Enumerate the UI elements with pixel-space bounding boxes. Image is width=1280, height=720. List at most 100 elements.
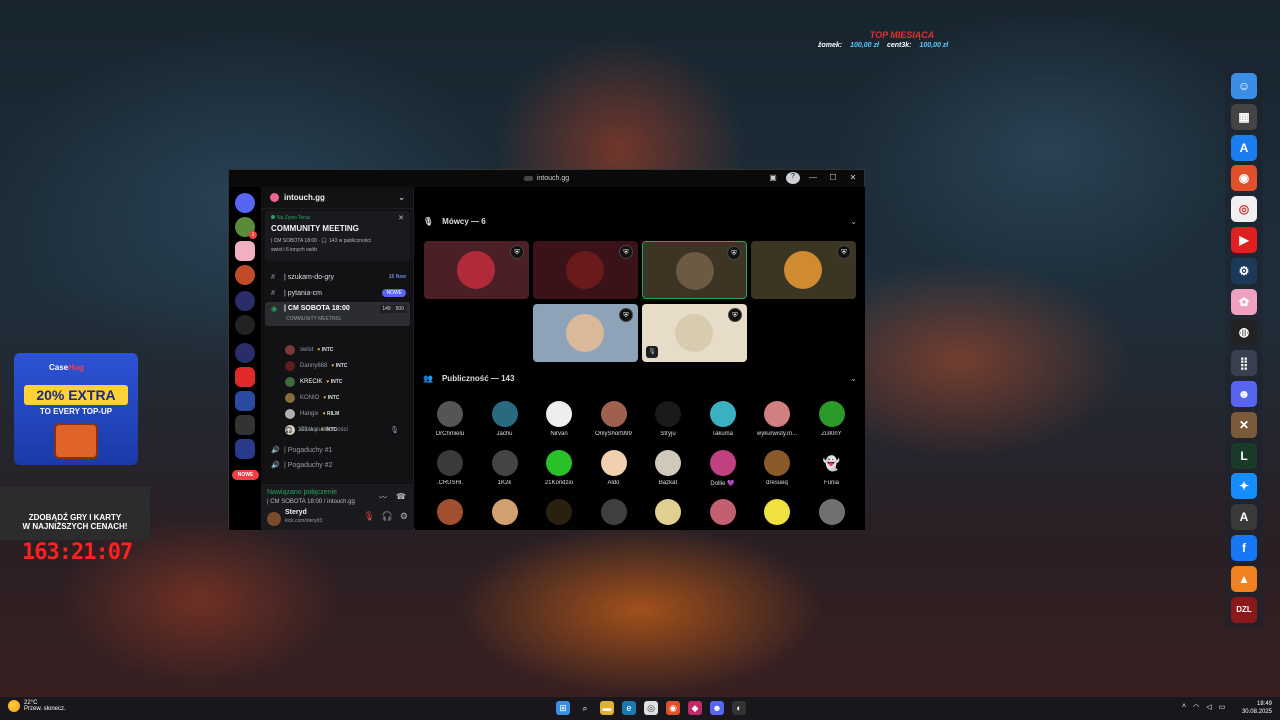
- speaker-tile[interactable]: ⛨: [751, 241, 856, 299]
- firefox-icon[interactable]: ◉: [1231, 165, 1257, 192]
- server-icon-intouch[interactable]: [235, 315, 255, 335]
- audience-member[interactable]: [590, 499, 638, 525]
- arma-icon[interactable]: A: [1231, 504, 1257, 531]
- audience-member[interactable]: Stryju: [644, 401, 692, 437]
- inbox-icon[interactable]: ▣: [766, 172, 780, 184]
- minimize-button[interactable]: —: [806, 172, 820, 184]
- audience-member[interactable]: [481, 499, 529, 525]
- voice-channel[interactable]: 🔊 | Pogaduchy #2: [265, 459, 410, 471]
- audience-count[interactable]: 🎧 143 w publiczności: [285, 423, 405, 437]
- server-icon[interactable]: [235, 439, 255, 459]
- audience-member[interactable]: [535, 499, 583, 525]
- league-icon[interactable]: L: [1231, 442, 1257, 469]
- audience-member[interactable]: 21Kondzio: [535, 450, 583, 486]
- audience-member[interactable]: Nirvan: [535, 401, 583, 437]
- speaker-tile[interactable]: ⛨ 🎙: [642, 304, 747, 362]
- file-explorer-icon[interactable]: ▬: [600, 701, 614, 715]
- discord-home-icon[interactable]: [235, 193, 255, 213]
- audience-member[interactable]: 👻 Funia: [808, 450, 856, 486]
- battlenet-icon[interactable]: ✦: [1231, 473, 1257, 500]
- battery-icon[interactable]: ▭: [1219, 703, 1226, 711]
- firefox-icon[interactable]: ◉: [666, 701, 680, 715]
- speaker-tile[interactable]: ⛨: [424, 241, 529, 299]
- audience-member[interactable]: Takuma: [699, 401, 747, 437]
- launchpad-icon[interactable]: ⣿: [1231, 350, 1257, 377]
- mic-muted-icon[interactable]: 🎙: [363, 511, 374, 522]
- close-icon[interactable]: ✕: [398, 214, 404, 222]
- chevron-up-icon[interactable]: ˄: [1182, 703, 1186, 711]
- youtube-icon[interactable]: ▶: [1231, 227, 1257, 253]
- title-bar[interactable]: intouch.gg ▣ ? — ☐ ✕: [229, 170, 864, 187]
- gear-icon[interactable]: ⚙: [400, 511, 408, 522]
- avatar[interactable]: [267, 512, 281, 526]
- audience-member[interactable]: [808, 499, 856, 525]
- game-icon[interactable]: ✕: [1231, 411, 1257, 438]
- app-store-icon[interactable]: A: [1231, 134, 1257, 161]
- discord-window[interactable]: intouch.gg ▣ ? — ☐ ✕ 1 NOWE intouch.gg ⌄: [228, 169, 865, 530]
- speaker-tile[interactable]: ⛨: [533, 241, 638, 299]
- ad-widget[interactable]: CaseHug 20% EXTRA TO EVERY TOP-UP: [14, 353, 138, 465]
- server-icon[interactable]: [235, 391, 255, 411]
- chrome-icon[interactable]: ◎: [644, 701, 658, 715]
- folder-icon[interactable]: [235, 291, 255, 311]
- audience-member[interactable]: dresueq: [753, 450, 801, 486]
- channel-stage[interactable]: ◉ | CM SOBOTA 18:00 COMMUNITY MEETING 14…: [265, 302, 410, 326]
- voice-user[interactable]: Danny888INTC: [285, 359, 405, 373]
- discord-icon[interactable]: ☻: [710, 701, 724, 715]
- waveform-icon[interactable]: 〰: [379, 492, 387, 503]
- search-icon[interactable]: ⌕: [578, 701, 592, 715]
- audience-member[interactable]: .CRUSHI.: [426, 450, 474, 486]
- audience-member[interactable]: Zi3l0nY: [808, 401, 856, 437]
- chevron-down-icon[interactable]: ⌄: [850, 217, 857, 226]
- clock[interactable]: 18:49 30.08.2025: [1242, 700, 1272, 716]
- steam-icon[interactable]: ⚙: [1231, 257, 1257, 284]
- app-icon[interactable]: ◆: [688, 701, 702, 715]
- windows-start-icon[interactable]: ⊞: [556, 701, 570, 715]
- audience-member[interactable]: 1K2k: [481, 450, 529, 486]
- disconnect-icon[interactable]: ☎: [396, 492, 406, 503]
- map-icon[interactable]: ▲: [1231, 565, 1257, 592]
- event-card[interactable]: Na Żywo Teraz COMMUNITY MEETING | CM SOB…: [265, 211, 410, 261]
- weather-widget[interactable]: 22°C Przew. słonecz.: [8, 700, 66, 712]
- audience-member[interactable]: [753, 499, 801, 525]
- server-icon[interactable]: [235, 415, 255, 435]
- facebook-icon[interactable]: f: [1231, 535, 1257, 561]
- folder-icon[interactable]: [235, 343, 255, 363]
- audience-member[interactable]: Aldo: [590, 450, 638, 486]
- voice-user[interactable]: swistINTC: [285, 343, 405, 357]
- server-header[interactable]: intouch.gg ⌄: [261, 187, 413, 209]
- server-icon[interactable]: [235, 265, 255, 285]
- headphones-icon[interactable]: 🎧: [382, 511, 393, 522]
- audience-member[interactable]: DrChmielu: [426, 401, 474, 437]
- voice-channel[interactable]: 🔊 | Pogaduchy #1: [265, 443, 410, 457]
- audience-member[interactable]: Dollie 💜: [699, 450, 747, 487]
- speaker-tile[interactable]: ⛨: [533, 304, 638, 362]
- app-icon[interactable]: ◐: [732, 701, 746, 715]
- audience-member[interactable]: wykurwisty.m...: [753, 401, 801, 437]
- help-icon[interactable]: ?: [786, 172, 800, 184]
- edge-icon[interactable]: e: [622, 701, 636, 715]
- voice-user[interactable]: KRECIKINTC: [285, 375, 405, 389]
- discord-icon[interactable]: ☻: [1231, 381, 1257, 407]
- audience-member[interactable]: [699, 499, 747, 525]
- close-button[interactable]: ✕: [846, 172, 860, 184]
- server-icon[interactable]: [235, 241, 255, 261]
- speaker-tile[interactable]: ⛨: [642, 241, 747, 299]
- obs-icon[interactable]: ◍: [1231, 319, 1257, 346]
- volume-icon[interactable]: ◁: [1206, 703, 1211, 711]
- ad-banner[interactable]: ZDOBĄDŹ GRY I KARTY W NAJNIŻSZYCH CENACH!: [0, 487, 150, 540]
- channel-pytania-cm[interactable]: # | pytania-cm NOWE: [265, 286, 410, 300]
- chrome-icon[interactable]: ◎: [1231, 196, 1257, 223]
- voice-user[interactable]: Hangix RILM: [285, 407, 405, 421]
- photos-icon[interactable]: ✿: [1231, 288, 1257, 315]
- server-icon[interactable]: [235, 367, 255, 387]
- chevron-down-icon[interactable]: ⌄: [850, 374, 857, 383]
- dzl-icon[interactable]: DZL: [1231, 596, 1257, 623]
- calculator-icon[interactable]: ▦: [1231, 103, 1257, 130]
- audience-member[interactable]: Jachu: [481, 401, 529, 437]
- audience-member[interactable]: OnlyShort999: [590, 401, 638, 437]
- server-icon[interactable]: 1: [235, 217, 257, 239]
- audience-member[interactable]: [644, 499, 692, 525]
- audience-member[interactable]: Bazkat: [644, 450, 692, 486]
- maximize-button[interactable]: ☐: [826, 172, 840, 184]
